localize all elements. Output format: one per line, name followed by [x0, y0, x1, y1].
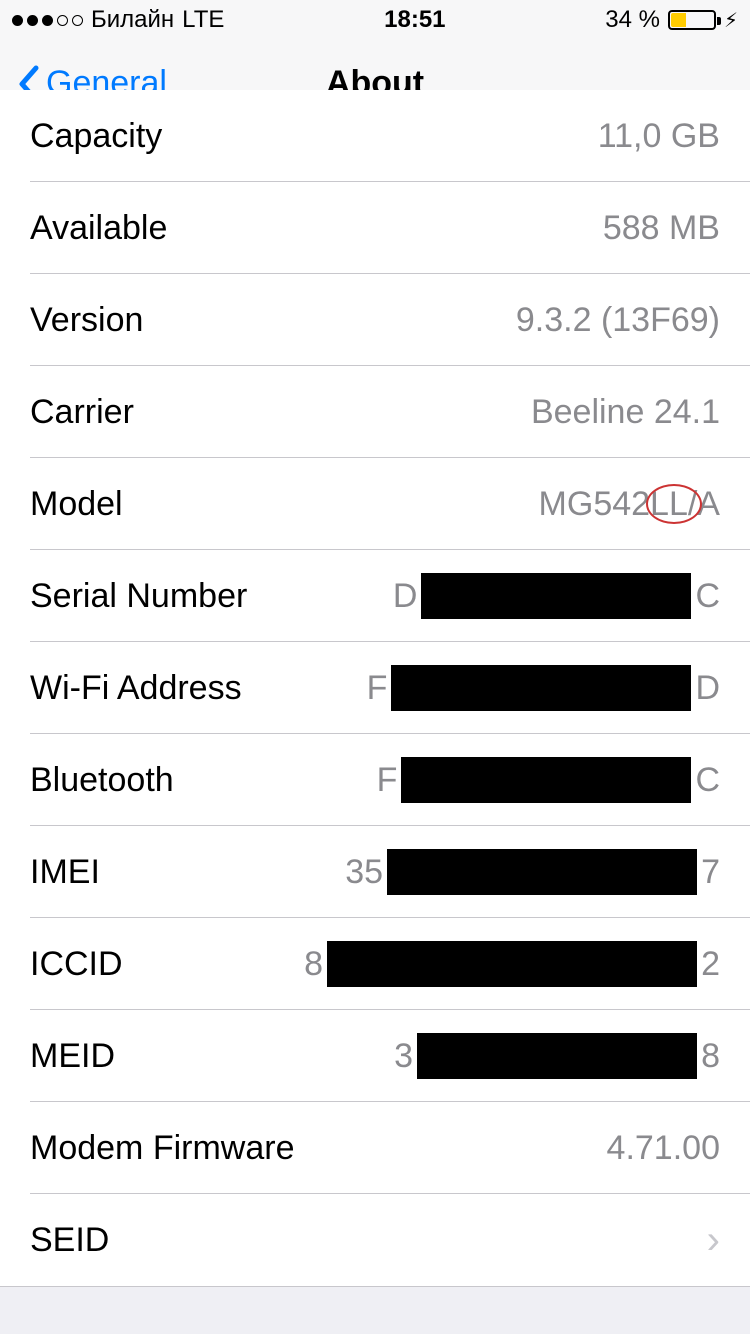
- redaction-box: [401, 757, 691, 803]
- iccid-suffix: 2: [701, 945, 720, 984]
- bt-suffix: C: [695, 761, 720, 800]
- label-imei: IMEI: [30, 853, 100, 892]
- carrier-name: Билайн: [91, 6, 174, 34]
- meid-prefix: 3: [394, 1037, 413, 1076]
- imei-suffix: 7: [701, 853, 720, 892]
- value-available: 588 MB: [603, 209, 720, 248]
- label-modem-firmware: Modem Firmware: [30, 1129, 294, 1168]
- value-iccid: 8 2: [304, 941, 720, 987]
- label-capacity: Capacity: [30, 117, 162, 156]
- bt-prefix: F: [377, 761, 398, 800]
- chevron-right-icon: ›: [707, 1218, 720, 1263]
- label-meid: MEID: [30, 1037, 115, 1076]
- status-bar: Билайн LTE 18:51 34 % ⚡︎: [0, 0, 750, 40]
- signal-strength-icon: [12, 15, 83, 26]
- row-serial[interactable]: Serial Number D C: [0, 550, 750, 642]
- serial-suffix: C: [695, 577, 720, 616]
- row-seid[interactable]: SEID ›: [0, 1194, 750, 1286]
- row-wifi[interactable]: Wi-Fi Address F D: [0, 642, 750, 734]
- redaction-box: [391, 665, 691, 711]
- value-wifi: F D: [367, 665, 720, 711]
- label-serial: Serial Number: [30, 577, 247, 616]
- row-available[interactable]: Available 588 MB: [0, 182, 750, 274]
- battery-icon: [668, 10, 716, 30]
- row-meid[interactable]: MEID 3 8: [0, 1010, 750, 1102]
- value-bluetooth: F C: [377, 757, 720, 803]
- label-iccid: ICCID: [30, 945, 123, 984]
- label-version: Version: [30, 301, 143, 340]
- value-imei: 35 7: [345, 849, 720, 895]
- label-seid: SEID: [30, 1221, 109, 1260]
- row-carrier[interactable]: Carrier Beeline 24.1: [0, 366, 750, 458]
- serial-prefix: D: [393, 577, 418, 616]
- meid-suffix: 8: [701, 1037, 720, 1076]
- wifi-prefix: F: [367, 669, 388, 708]
- value-model: MG542LL/A: [539, 485, 720, 524]
- value-modem-firmware: 4.71.00: [607, 1129, 720, 1168]
- row-modem-firmware[interactable]: Modem Firmware 4.71.00: [0, 1102, 750, 1194]
- row-capacity[interactable]: Capacity 11,0 GB: [0, 90, 750, 182]
- about-list: Capacity 11,0 GB Available 588 MB Versio…: [0, 90, 750, 1322]
- redaction-box: [327, 941, 697, 987]
- value-version: 9.3.2 (13F69): [516, 301, 720, 340]
- row-iccid[interactable]: ICCID 8 2: [0, 918, 750, 1010]
- label-bluetooth: Bluetooth: [30, 761, 174, 800]
- redaction-box: [421, 573, 691, 619]
- value-carrier: Beeline 24.1: [531, 393, 720, 432]
- status-time: 18:51: [384, 6, 445, 34]
- label-model: Model: [30, 485, 123, 524]
- redaction-box: [387, 849, 697, 895]
- wifi-suffix: D: [695, 669, 720, 708]
- label-carrier: Carrier: [30, 393, 134, 432]
- row-bluetooth[interactable]: Bluetooth F C: [0, 734, 750, 826]
- row-version[interactable]: Version 9.3.2 (13F69): [0, 274, 750, 366]
- list-group-footer: [0, 1286, 750, 1322]
- status-right: 34 % ⚡︎: [605, 6, 738, 34]
- network-type: LTE: [182, 6, 224, 34]
- charging-icon: ⚡︎: [724, 8, 738, 33]
- redaction-box: [417, 1033, 697, 1079]
- value-meid: 3 8: [394, 1033, 720, 1079]
- status-left: Билайн LTE: [12, 6, 224, 34]
- battery-percent: 34 %: [605, 6, 660, 34]
- value-capacity: 11,0 GB: [598, 117, 720, 156]
- row-model[interactable]: Model MG542LL/A: [0, 458, 750, 550]
- label-available: Available: [30, 209, 167, 248]
- imei-prefix: 35: [345, 853, 383, 892]
- row-imei[interactable]: IMEI 35 7: [0, 826, 750, 918]
- label-wifi: Wi-Fi Address: [30, 669, 242, 708]
- iccid-prefix: 8: [304, 945, 323, 984]
- value-seid: ›: [687, 1218, 720, 1263]
- value-serial: D C: [393, 573, 720, 619]
